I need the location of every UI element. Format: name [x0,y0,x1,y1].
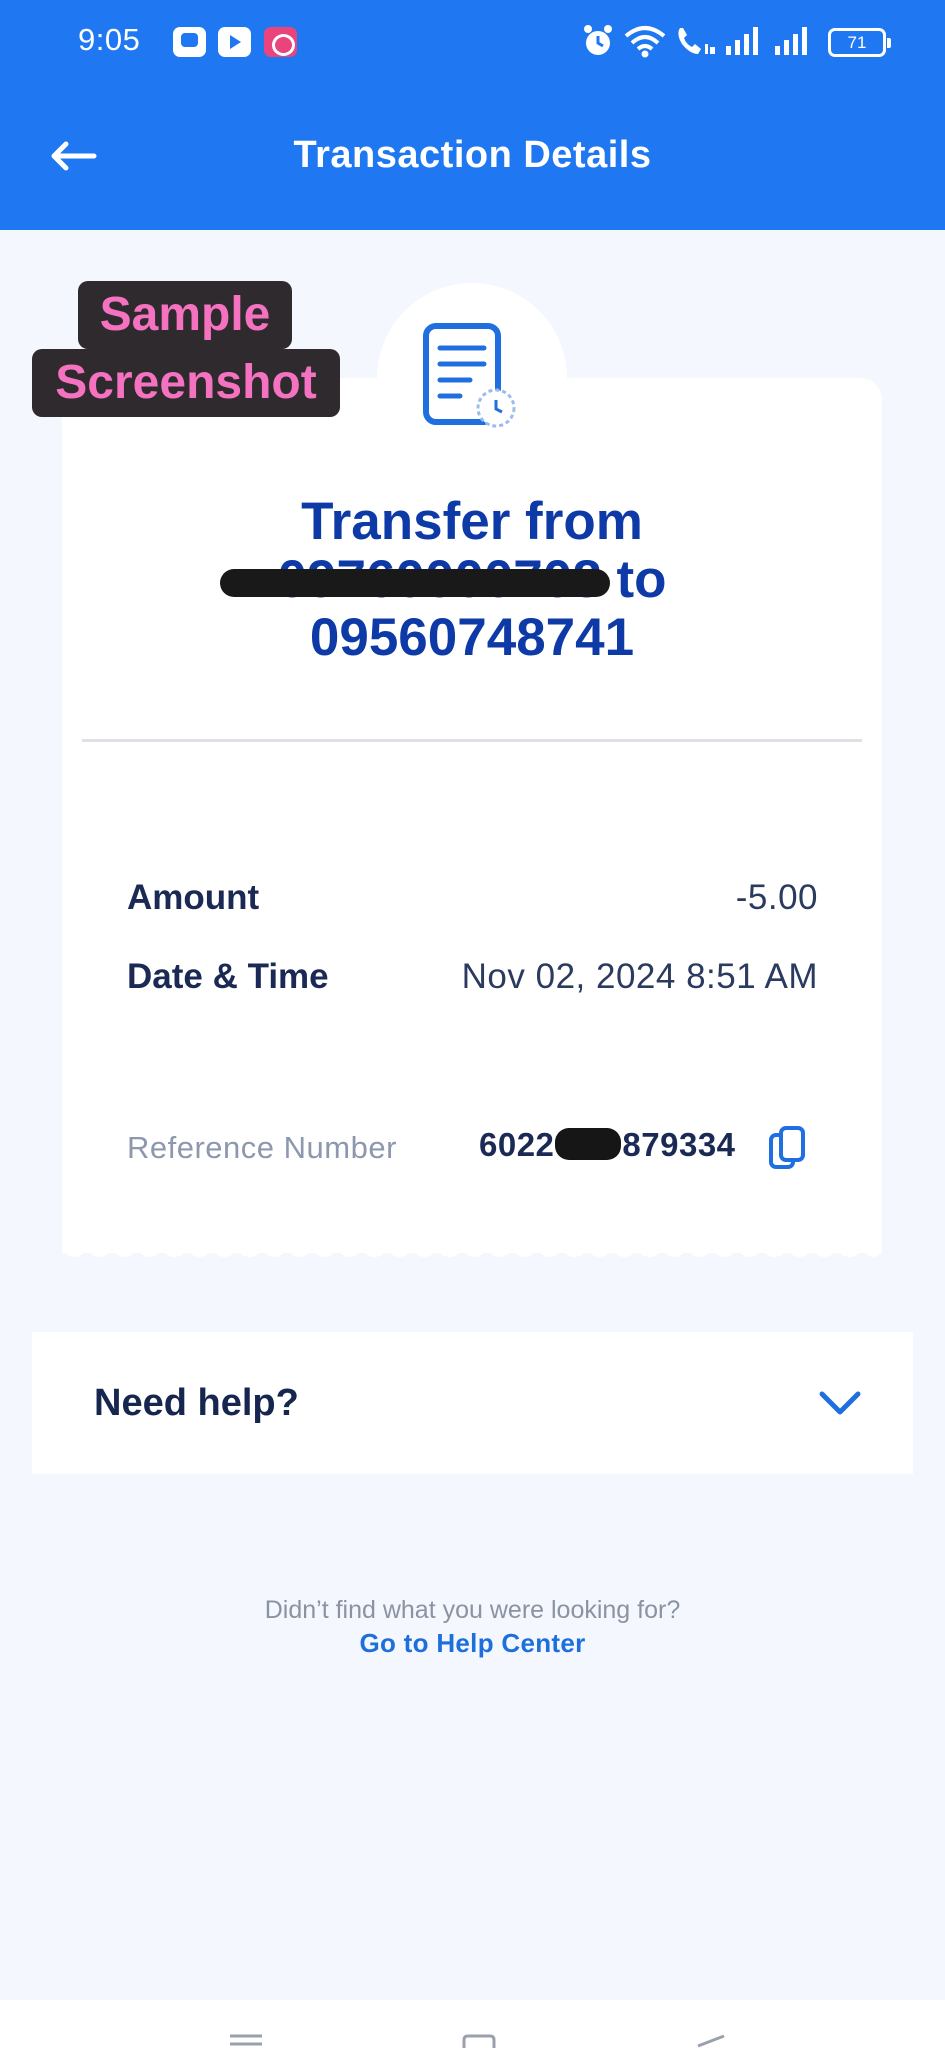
menu-icon[interactable] [228,2034,264,2048]
reference-label: Reference Number [127,1130,397,1165]
need-help-label: Need help? [94,1382,299,1424]
app-header: 9:05 71 Transaction Details [0,0,945,230]
amount-value: -5.00 [735,878,818,917]
datetime-label: Date & Time [127,957,329,996]
redacted-from-number: 09760000708 [219,551,610,609]
signal-icon-2 [775,27,807,55]
back-nav-icon[interactable] [694,2034,728,2048]
copy-icon[interactable] [768,1125,808,1171]
amount-label: Amount [127,878,260,917]
redaction-mark [219,569,610,597]
signal-icon [726,27,758,55]
reference-number: 6022 879334 [479,1126,736,1164]
battery-icon: 71 [828,28,891,57]
transfer-title: Transfer from 09760000708 to 09560748741 [62,493,882,667]
receipt-torn-edge [62,1240,882,1257]
help-center-link[interactable]: Go to Help Center [0,1628,945,1659]
chevron-down-icon[interactable] [818,1388,862,1418]
wifi-call-icon [678,28,715,54]
watermark-line2: Screenshot [32,349,340,417]
status-bar: 9:05 71 [0,0,945,86]
datetime-value: Nov 02, 2024 8:51 AM [461,957,818,996]
alarm-icon [584,25,612,55]
wifi-icon [624,26,666,58]
page-title: Transaction Details [293,134,652,176]
receipt-clock-icon [423,323,516,428]
youtube-icon [218,27,251,57]
reference-suffix: 879334 [622,1126,736,1163]
viber-icon [173,27,206,57]
reference-redaction [555,1128,622,1160]
status-time: 9:05 [78,22,141,57]
divider [82,739,862,742]
home-icon[interactable] [462,2034,496,2048]
to-number: 09560748741 [309,608,635,667]
transfer-title-line2: 09760000708 to [62,551,882,609]
transfer-to-word: to [601,550,667,609]
help-prompt: Didn’t find what you were looking for? [264,1596,681,1624]
transfer-title-line1: Transfer from [301,492,643,551]
game-icon [264,27,297,57]
need-help-accordion[interactable]: Need help? [32,1332,913,1474]
watermark-line1: Sample [78,281,292,349]
reference-prefix: 6022 [479,1126,555,1163]
